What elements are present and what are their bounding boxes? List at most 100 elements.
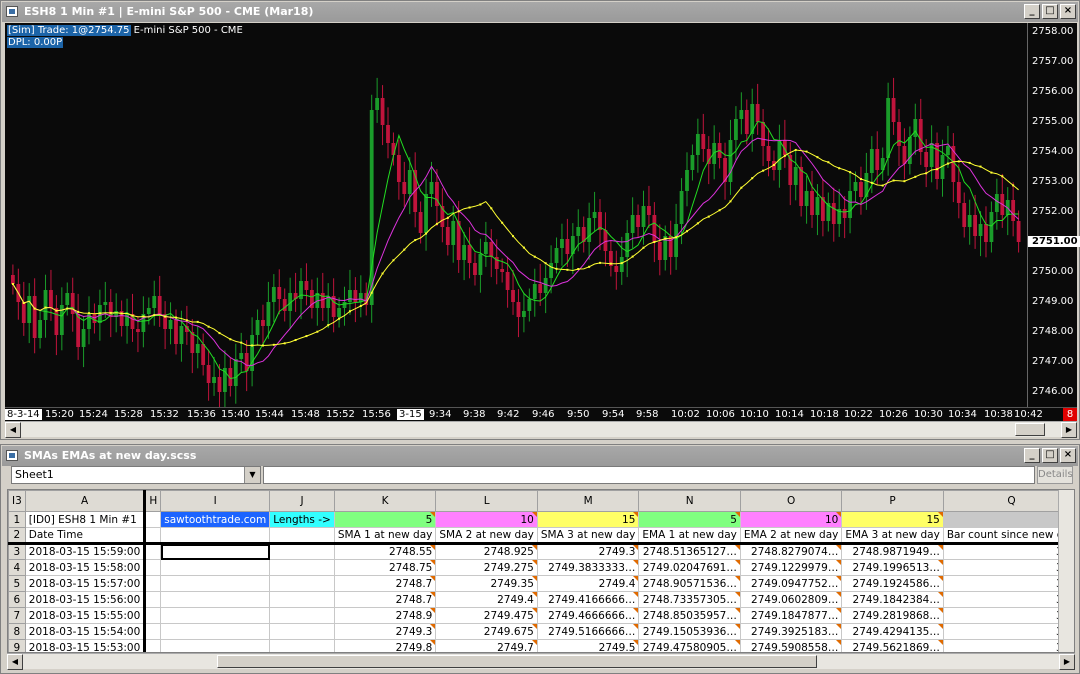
scroll-thumb[interactable] (1015, 423, 1045, 436)
ss-minimize-button[interactable]: _ (1024, 448, 1040, 463)
cell-i4[interactable] (160, 559, 271, 576)
grid-vertical-scrollbar[interactable] (1058, 490, 1074, 652)
cell-h2[interactable] (143, 527, 162, 545)
grid-scroll-thumb[interactable] (217, 655, 817, 668)
cell-q9[interactable]: 384 (942, 639, 1074, 652)
cell-o2[interactable]: EMA 2 at new day (739, 527, 843, 545)
row-header[interactable]: 4 (8, 559, 26, 576)
cell-l6[interactable]: 2749.4 (435, 591, 538, 608)
cell-j9[interactable] (269, 639, 335, 652)
time-scale[interactable]: 8 8-3-14 15:20 15:24 15:28 15:32 15:36 15:40 15… (5, 407, 1077, 421)
cell-l2[interactable]: SMA 2 at new day (435, 527, 538, 545)
column-header-o[interactable]: O (739, 490, 843, 512)
cell-q2[interactable]: Bar count since new day (942, 527, 1074, 545)
cell-o3[interactable]: 2748.8279074… (739, 543, 843, 560)
ss-close-button[interactable]: × (1060, 448, 1076, 463)
cell-n8[interactable]: 2749.15053936… (638, 623, 741, 640)
cell-a8[interactable]: 2018-03-15 15:54:00 (24, 623, 146, 640)
column-header-l[interactable]: L (435, 490, 538, 512)
cell-j4[interactable] (269, 559, 335, 576)
cell-i6[interactable] (160, 591, 271, 608)
cell-m1[interactable]: 15 (536, 511, 640, 528)
price-scale[interactable]: 2758.00 2757.00 2756.00 2755.00 2754.00 2753.… (1027, 23, 1080, 407)
cell-q7[interactable]: 386 (942, 607, 1074, 624)
cell-l4[interactable]: 2749.275 (435, 559, 538, 576)
cell-p4[interactable]: 2749.1996513… (841, 559, 944, 576)
formula-bar[interactable] (263, 466, 1035, 484)
cell-m7[interactable]: 2749.4666666… (536, 607, 640, 624)
cell-h5[interactable] (143, 575, 162, 592)
cell-q6[interactable]: 387 (942, 591, 1074, 608)
cell-a4[interactable]: 2018-03-15 15:58:00 (24, 559, 146, 576)
cell-k1[interactable]: 5 (333, 511, 437, 528)
cell-o9[interactable]: 2749.5908558… (739, 639, 843, 652)
cell-i2[interactable] (160, 527, 271, 545)
cell-p7[interactable]: 2749.2819868… (841, 607, 944, 624)
row-header[interactable]: 9 (8, 639, 26, 652)
cell-p6[interactable]: 2749.1842384… (841, 591, 944, 608)
cell-q3[interactable]: 390 (942, 543, 1074, 560)
cell-n7[interactable]: 2748.85035957… (638, 607, 741, 624)
cell-h1[interactable] (143, 511, 162, 528)
column-header-i[interactable]: I (160, 490, 271, 512)
grid-scroll-right-arrow[interactable]: ▶ (1059, 654, 1075, 670)
cell-n3[interactable]: 2748.51365127… (638, 543, 741, 560)
spreadsheet-grid[interactable]: I3AHIJKLMNOPQR1[ID0] ESH8 1 Min #1 sawtoo… (7, 489, 1075, 653)
cell-l5[interactable]: 2749.35 (435, 575, 538, 592)
minimize-button[interactable]: _ (1024, 4, 1040, 19)
cell-j8[interactable] (269, 623, 335, 640)
column-header-q[interactable]: Q (942, 490, 1074, 512)
cell-k6[interactable]: 2748.7 (333, 591, 437, 608)
spreadsheet-titlebar[interactable]: SMAs EMAs at new day.scss _ □ × (2, 446, 1078, 466)
row-header[interactable]: 7 (8, 607, 26, 624)
grid-scroll-left-arrow[interactable]: ◀ (7, 654, 23, 670)
cell-a3[interactable]: 2018-03-15 15:59:00 (24, 543, 146, 560)
cell-a2[interactable]: Date Time (24, 527, 146, 545)
cell-m3[interactable]: 2749.3 (536, 543, 640, 560)
cell-k4[interactable]: 2748.75 (333, 559, 437, 576)
cell-i5[interactable] (160, 575, 271, 592)
cell-j1[interactable]: Lengths -> (269, 511, 335, 528)
cell-k9[interactable]: 2749.8 (333, 639, 437, 652)
row-header[interactable]: 6 (8, 591, 26, 608)
column-header-k[interactable]: K (333, 490, 437, 512)
cell-i9[interactable] (160, 639, 271, 652)
cell-p1[interactable]: 15 (841, 511, 944, 528)
cell-q4[interactable]: 389 (942, 559, 1074, 576)
cell-a1[interactable]: [ID0] ESH8 1 Min #1 (24, 511, 146, 528)
column-header-h[interactable]: H (143, 490, 162, 512)
cell-n4[interactable]: 2749.02047691… (638, 559, 741, 576)
cell-m9[interactable]: 2749.5 (536, 639, 640, 652)
cell-h4[interactable] (143, 559, 162, 576)
chevron-down-icon[interactable]: ▼ (244, 467, 260, 483)
cell-k5[interactable]: 2748.7 (333, 575, 437, 592)
cell-j5[interactable] (269, 575, 335, 592)
column-header-m[interactable]: M (536, 490, 640, 512)
maximize-button[interactable]: □ (1042, 4, 1058, 19)
cell-p3[interactable]: 2748.9871949… (841, 543, 944, 560)
cell-a7[interactable]: 2018-03-15 15:55:00 (24, 607, 146, 624)
cell-m8[interactable]: 2749.5166666… (536, 623, 640, 640)
cell-o8[interactable]: 2749.3925183… (739, 623, 843, 640)
cell-q8[interactable]: 385 (942, 623, 1074, 640)
cell-p8[interactable]: 2749.4294135… (841, 623, 944, 640)
cell-p2[interactable]: EMA 3 at new day (841, 527, 944, 545)
column-header-a[interactable]: A (24, 490, 146, 512)
cell-o7[interactable]: 2749.1847877… (739, 607, 843, 624)
cell-a9[interactable]: 2018-03-15 15:53:00 (24, 639, 146, 652)
cell-p5[interactable]: 2749.1924586… (841, 575, 944, 592)
price-chart[interactable] (5, 23, 1027, 407)
cell-j6[interactable] (269, 591, 335, 608)
cell-n6[interactable]: 2748.73357305… (638, 591, 741, 608)
chart-window-titlebar[interactable]: ESH8 1 Min #1 | E-mini S&P 500 - CME (Ma… (2, 2, 1078, 22)
cell-q1[interactable] (942, 511, 1074, 528)
row-header[interactable]: 1 (8, 511, 26, 528)
column-header-j[interactable]: J (269, 490, 335, 512)
details-button[interactable]: Details (1037, 466, 1073, 484)
cell-i8[interactable] (160, 623, 271, 640)
cell-h7[interactable] (143, 607, 162, 624)
cell-p9[interactable]: 2749.5621869… (841, 639, 944, 652)
cell-h8[interactable] (143, 623, 162, 640)
sheet-selector[interactable]: Sheet1 ▼ (11, 466, 261, 484)
cell-m6[interactable]: 2749.4166666… (536, 591, 640, 608)
